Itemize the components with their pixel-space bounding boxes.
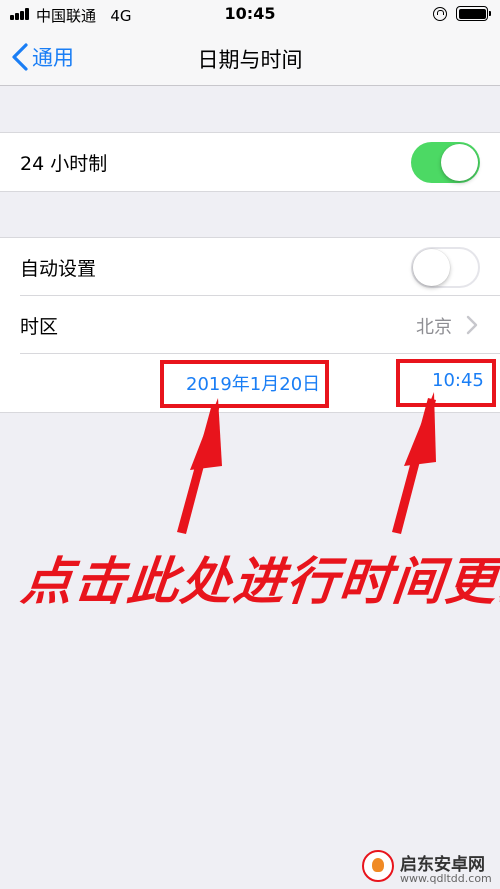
arrow-to-date-icon bbox=[177, 398, 222, 534]
arrow-to-time-icon bbox=[392, 392, 436, 534]
annotation-arrows bbox=[177, 392, 436, 534]
site-logo-icon bbox=[362, 850, 394, 882]
watermark-url: www.qdltdd.com bbox=[400, 872, 492, 885]
annotation-caption: 点击此处进行时间更改 bbox=[18, 552, 500, 612]
site-watermark: 启东安卓网 www.qdltdd.com bbox=[360, 850, 500, 889]
